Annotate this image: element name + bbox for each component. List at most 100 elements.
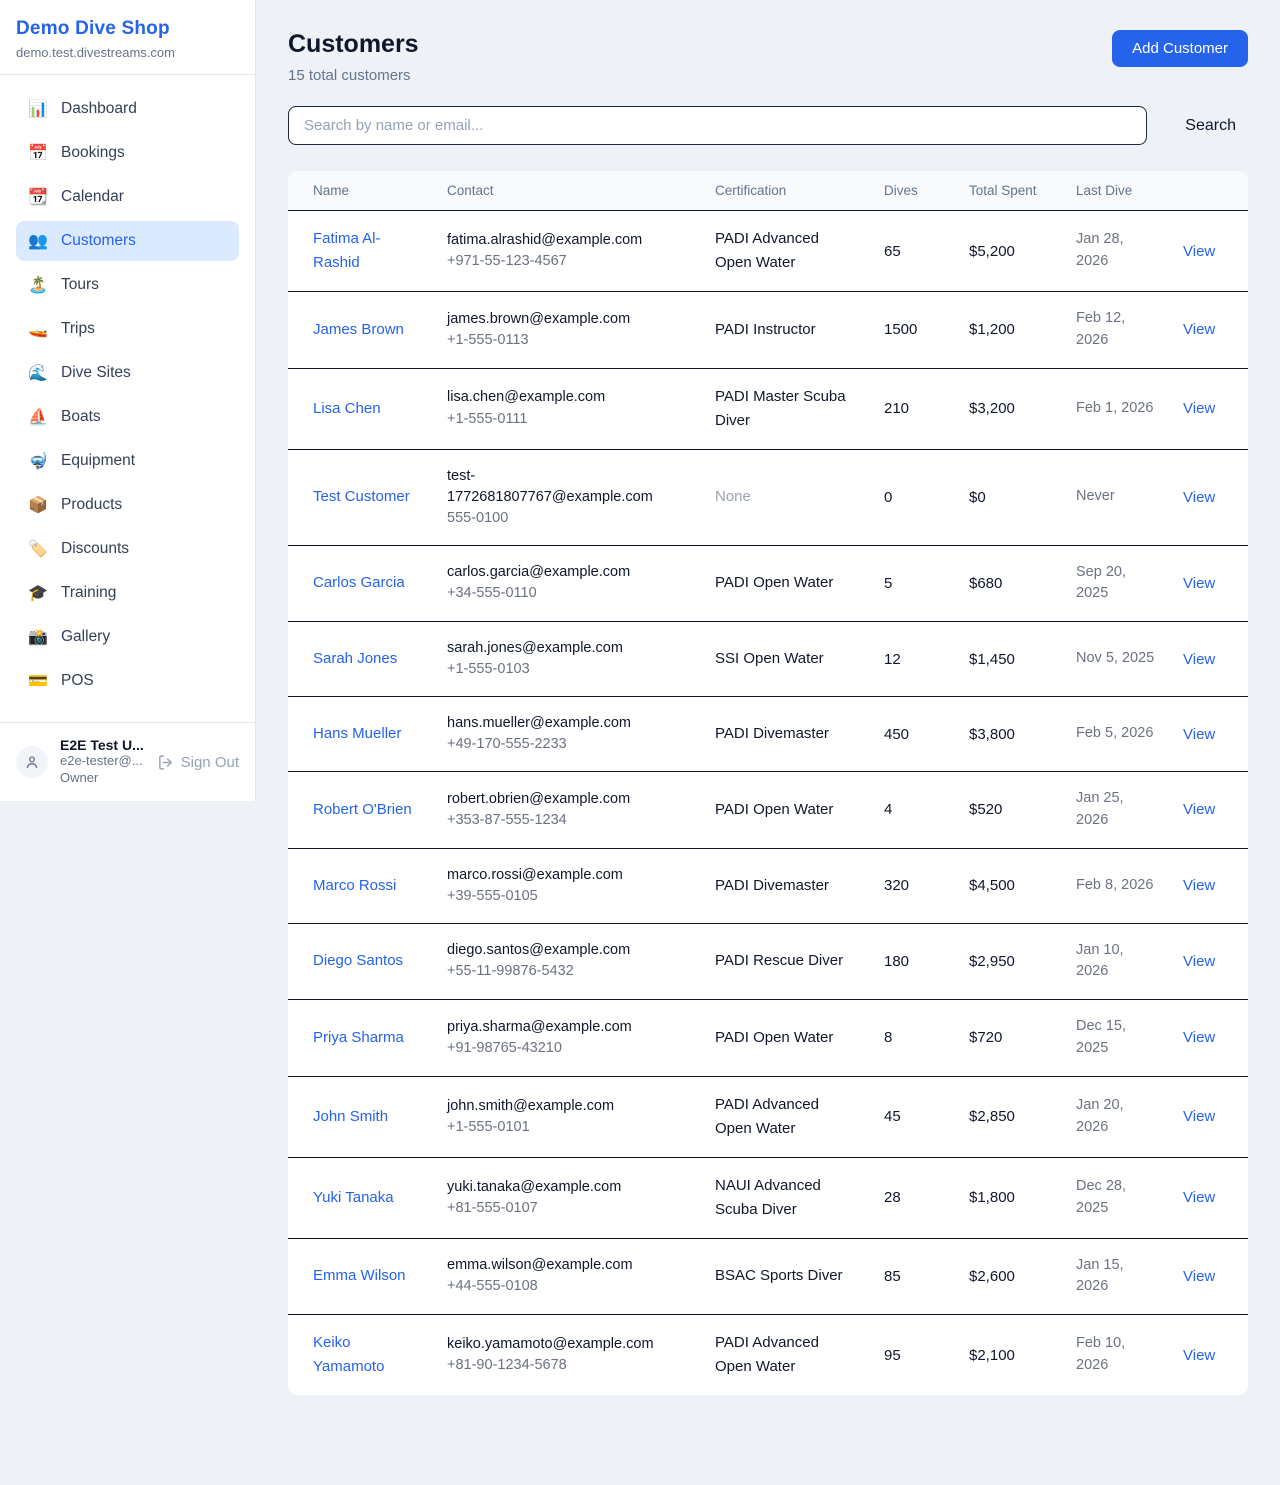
sign-out-button[interactable]: Sign Out xyxy=(157,754,239,771)
customer-name-link[interactable]: Yuki Tanaka xyxy=(313,1189,394,1206)
customer-name-link[interactable]: Sarah Jones xyxy=(313,650,397,667)
customer-phone: +1-555-0101 xyxy=(447,1117,653,1138)
customer-dives: 95 xyxy=(870,1315,955,1396)
customer-name-link[interactable]: Emma Wilson xyxy=(313,1267,406,1284)
sidebar-item-dive-sites[interactable]: 🌊 Dive Sites xyxy=(16,353,239,393)
sidebar-item-dashboard[interactable]: 📊 Dashboard xyxy=(16,89,239,129)
view-customer-link[interactable]: View xyxy=(1183,1108,1215,1125)
table-row: Emma Wilson emma.wilson@example.com +44-… xyxy=(288,1238,1248,1315)
customer-name-link[interactable]: Carlos Garcia xyxy=(313,574,405,591)
customer-last-dive: Feb 10, 2026 xyxy=(1062,1315,1169,1396)
view-customer-link[interactable]: View xyxy=(1183,243,1215,260)
customer-total-spent: $720 xyxy=(955,1000,1062,1077)
customer-total-spent: $1,200 xyxy=(955,292,1062,369)
table-row: Yuki Tanaka yuki.tanaka@example.com +81-… xyxy=(288,1157,1248,1238)
customer-last-dive: Feb 1, 2026 xyxy=(1062,368,1169,449)
sidebar-item-trips[interactable]: 🚤 Trips xyxy=(16,309,239,349)
customer-name-link[interactable]: Keiko Yamamoto xyxy=(313,1334,384,1375)
view-customer-link[interactable]: View xyxy=(1183,877,1215,894)
view-customer-link[interactable]: View xyxy=(1183,726,1215,743)
customer-total-spent: $2,600 xyxy=(955,1238,1062,1315)
sidebar-item-calendar[interactable]: 📆 Calendar xyxy=(16,177,239,217)
customer-certification: PADI Rescue Diver xyxy=(715,952,843,969)
customer-certification: PADI Master Scuba Diver xyxy=(715,388,846,429)
view-customer-link[interactable]: View xyxy=(1183,651,1215,668)
sidebar-item-equipment[interactable]: 🤿 Equipment xyxy=(16,441,239,481)
customer-phone: +91-98765-43210 xyxy=(447,1038,653,1059)
sidebar-item-label: Customers xyxy=(61,232,136,250)
sidebar-item-discounts[interactable]: 🏷️ Discounts xyxy=(16,529,239,569)
sidebar-item-label: Trips xyxy=(61,320,95,338)
customer-certification: PADI Advanced Open Water xyxy=(715,1334,819,1375)
customer-phone: +55-11-99876-5432 xyxy=(447,961,653,982)
table-row: Sarah Jones sarah.jones@example.com +1-5… xyxy=(288,622,1248,697)
shop-name: Demo Dive Shop xyxy=(16,18,239,40)
customer-last-dive: Feb 8, 2026 xyxy=(1062,848,1169,923)
customer-name-link[interactable]: Hans Mueller xyxy=(313,725,401,742)
customer-name-link[interactable]: Test Customer xyxy=(313,488,410,505)
customer-total-spent: $520 xyxy=(955,772,1062,849)
customer-total-spent: $5,200 xyxy=(955,211,1062,292)
sidebar-item-training[interactable]: 🎓 Training xyxy=(16,573,239,613)
user-meta: E2E Test U... e2e-tester@... Owner xyxy=(60,737,144,787)
customer-email: keiko.yamamoto@example.com xyxy=(447,1334,653,1355)
sidebar-item-label: Boats xyxy=(61,408,101,426)
sidebar-item-gallery[interactable]: 📸 Gallery xyxy=(16,617,239,657)
view-customer-link[interactable]: View xyxy=(1183,953,1215,970)
customer-total-spent: $680 xyxy=(955,545,1062,622)
sidebar-item-products[interactable]: 📦 Products xyxy=(16,485,239,525)
user-name: E2E Test U... xyxy=(60,737,144,753)
view-customer-link[interactable]: View xyxy=(1183,1029,1215,1046)
customer-name-link[interactable]: James Brown xyxy=(313,321,404,338)
sidebar-item-boats[interactable]: ⛵ Boats xyxy=(16,397,239,437)
nav-icon: 🎓 xyxy=(28,583,48,603)
customer-total-spent: $1,800 xyxy=(955,1157,1062,1238)
customer-dives: 0 xyxy=(870,449,955,545)
view-customer-link[interactable]: View xyxy=(1183,400,1215,417)
customer-name-link[interactable]: Robert O'Brien xyxy=(313,801,412,818)
table-row: Lisa Chen lisa.chen@example.com +1-555-0… xyxy=(288,368,1248,449)
sidebar-item-customers[interactable]: 👥 Customers xyxy=(16,221,239,261)
customer-email: lisa.chen@example.com xyxy=(447,387,653,408)
table-row: Marco Rossi marco.rossi@example.com +39-… xyxy=(288,848,1248,923)
view-customer-link[interactable]: View xyxy=(1183,1189,1215,1206)
shop-domain: demo.test.divestreams.com xyxy=(16,45,239,60)
customer-name-link[interactable]: Marco Rossi xyxy=(313,877,396,894)
search-button[interactable]: Search xyxy=(1173,109,1248,143)
view-customer-link[interactable]: View xyxy=(1183,1347,1215,1364)
customer-total-spent: $1,450 xyxy=(955,622,1062,697)
customer-certification: PADI Advanced Open Water xyxy=(715,230,819,271)
customer-email: john.smith@example.com xyxy=(447,1096,653,1117)
user-email: e2e-tester@... xyxy=(60,753,144,770)
table-row: Keiko Yamamoto keiko.yamamoto@example.co… xyxy=(288,1315,1248,1396)
customer-name-link[interactable]: Fatima Al-Rashid xyxy=(313,230,381,271)
search-input[interactable] xyxy=(288,106,1147,145)
view-customer-link[interactable]: View xyxy=(1183,489,1215,506)
customer-name-link[interactable]: Priya Sharma xyxy=(313,1029,404,1046)
customer-name-link[interactable]: Lisa Chen xyxy=(313,400,381,417)
customer-certification: PADI Advanced Open Water xyxy=(715,1096,819,1137)
customer-name-link[interactable]: John Smith xyxy=(313,1108,388,1125)
customer-last-dive: Nov 5, 2025 xyxy=(1062,622,1169,697)
customer-certification: SSI Open Water xyxy=(715,650,824,667)
sidebar-item-tours[interactable]: 🏝️ Tours xyxy=(16,265,239,305)
column-header-contact: Contact xyxy=(433,171,701,211)
view-customer-link[interactable]: View xyxy=(1183,801,1215,818)
nav-icon: 🚤 xyxy=(28,319,48,339)
customer-email: marco.rossi@example.com xyxy=(447,865,653,886)
customer-name-link[interactable]: Diego Santos xyxy=(313,952,403,969)
nav-icon: 🤿 xyxy=(28,451,48,471)
view-customer-link[interactable]: View xyxy=(1183,575,1215,592)
nav-icon: 🏝️ xyxy=(28,275,48,295)
customer-certification: None xyxy=(715,488,751,505)
customer-dives: 85 xyxy=(870,1238,955,1315)
customer-dives: 8 xyxy=(870,1000,955,1077)
customer-last-dive: Jan 20, 2026 xyxy=(1062,1076,1169,1157)
sidebar-item-pos[interactable]: 💳 POS xyxy=(16,661,239,701)
customer-last-dive: Jan 25, 2026 xyxy=(1062,772,1169,849)
view-customer-link[interactable]: View xyxy=(1183,321,1215,338)
add-customer-button[interactable]: Add Customer xyxy=(1112,30,1248,67)
sidebar-item-bookings[interactable]: 📅 Bookings xyxy=(16,133,239,173)
view-customer-link[interactable]: View xyxy=(1183,1268,1215,1285)
user-section: E2E Test U... e2e-tester@... Owner Sign … xyxy=(0,722,255,801)
